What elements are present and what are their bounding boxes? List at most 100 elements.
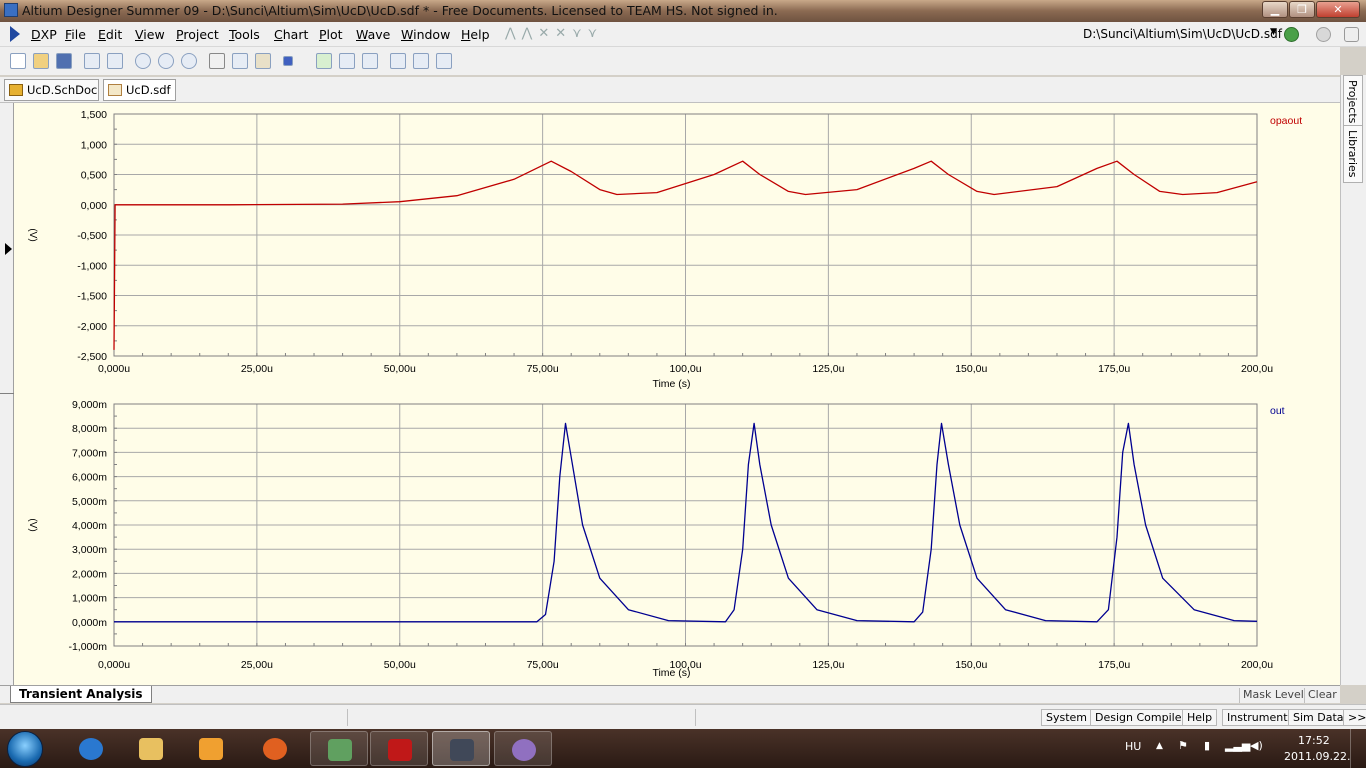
menu-project[interactable]: Project xyxy=(176,27,219,42)
save-icon[interactable] xyxy=(56,53,72,69)
menu-wave[interactable]: Wave xyxy=(356,27,390,42)
forward-icon[interactable] xyxy=(1316,27,1331,42)
y-tick-label: -1,500 xyxy=(77,291,107,303)
cut-icon[interactable] xyxy=(209,53,225,69)
altium-taskbar-button[interactable] xyxy=(432,731,490,766)
y-tick-label: 2,000m xyxy=(72,568,107,580)
panel-help[interactable]: Help xyxy=(1182,709,1218,726)
app-icon xyxy=(4,3,18,17)
maximize-button[interactable]: ❐ xyxy=(1289,1,1315,18)
menu-file[interactable]: File xyxy=(65,27,86,42)
battery-icon[interactable]: ▮ xyxy=(1204,739,1210,752)
volume-icon[interactable]: ◀) xyxy=(1250,739,1263,752)
x-tick-label: 125,0u xyxy=(812,363,844,375)
series-name-label: out xyxy=(1270,405,1285,417)
tab-ucd-sdf[interactable]: UcD.sdf * xyxy=(103,79,176,117)
remove-wave-icon[interactable] xyxy=(339,53,355,69)
x-tick-label: 125,0u xyxy=(812,659,844,671)
panel-sim-data[interactable]: Sim Data xyxy=(1288,709,1349,726)
media-player-taskbar-button[interactable] xyxy=(182,731,240,766)
tab-transient-analysis[interactable]: Transient Analysis xyxy=(10,686,152,703)
y-tick-label: 1,000m xyxy=(72,593,107,605)
paint-taskbar-button[interactable] xyxy=(494,731,552,766)
ie-icon xyxy=(79,738,103,760)
action-center-icon[interactable]: ⚑ xyxy=(1178,739,1188,752)
firefox-taskbar-button[interactable] xyxy=(246,731,304,766)
chart-area: 0,000u 25,00u 50,00u 75,00u 100,0u 125,0u 150,… xyxy=(14,103,1340,685)
language-indicator[interactable]: HU xyxy=(1125,740,1141,753)
menu-chart[interactable]: Chart xyxy=(274,27,308,42)
plot-1: 0,000u 25,00u 50,00u 75,00u 100,0u 125,0u 150,… xyxy=(27,399,1285,679)
menu-plot[interactable]: Plot xyxy=(319,27,343,42)
title-bar: Altium Designer Summer 09 - D:\Sunci\Alt… xyxy=(0,0,1366,22)
path-dropdown-icon[interactable]: ▼ xyxy=(1270,27,1277,37)
explorer-taskbar-button[interactable] xyxy=(122,731,180,766)
messenger-taskbar-button[interactable] xyxy=(310,731,368,766)
y-tick-label: -1,000 xyxy=(77,260,107,272)
print-preview-icon[interactable] xyxy=(107,53,123,69)
check-wave-icon[interactable] xyxy=(362,53,378,69)
close-button[interactable]: ✕ xyxy=(1316,1,1360,18)
home-icon[interactable] xyxy=(1344,27,1359,42)
wave-tools-icons[interactable]: ⋀⋀✕✕⋎⋎ xyxy=(505,26,603,41)
plot-divider xyxy=(0,393,14,394)
zoom-in-icon[interactable] xyxy=(135,53,151,69)
x-tick-label: 200,0u xyxy=(1241,659,1273,671)
clear-button[interactable]: Clear xyxy=(1304,688,1340,703)
open-icon[interactable] xyxy=(33,53,49,69)
clock-date[interactable]: 2011.09.22. xyxy=(1284,750,1350,763)
clock-time[interactable]: 17:52 xyxy=(1298,734,1330,747)
series-name-label: opaout xyxy=(1270,115,1302,127)
acrobat-taskbar-button[interactable] xyxy=(370,731,428,766)
chart-options-icon[interactable] xyxy=(413,53,429,69)
menu-window[interactable]: Window xyxy=(401,27,450,42)
document-options-icon[interactable] xyxy=(436,53,452,69)
document-path[interactable]: D:\Sunci\Altium\Sim\UcD\UcD.sdf xyxy=(1083,27,1282,41)
add-plot-icon[interactable] xyxy=(390,53,406,69)
tab-projects[interactable]: Projects xyxy=(1343,75,1363,129)
menu-tools[interactable]: Tools xyxy=(229,27,260,42)
folder-icon xyxy=(139,738,163,760)
minimize-button[interactable]: ▁ xyxy=(1262,1,1288,18)
more-panels-button[interactable]: >> xyxy=(1343,709,1366,726)
waveform-chart[interactable]: 0,000u 25,00u 50,00u 75,00u 100,0u 125,0u 150,… xyxy=(14,103,1340,685)
zoom-out-icon[interactable] xyxy=(158,53,174,69)
start-button-icon[interactable] xyxy=(7,731,43,767)
copy-icon[interactable] xyxy=(232,53,248,69)
network-icon[interactable]: ▂▃▅ xyxy=(1225,739,1250,752)
mask-level-button[interactable]: Mask Level xyxy=(1239,688,1307,703)
tab-libraries[interactable]: Libraries xyxy=(1343,125,1363,183)
show-desktop-button[interactable] xyxy=(1350,729,1366,768)
acrobat-icon xyxy=(388,739,412,761)
plot-selector-strip xyxy=(0,103,14,685)
print-icon[interactable] xyxy=(84,53,100,69)
stop-icon[interactable] xyxy=(283,56,293,66)
back-icon[interactable] xyxy=(1284,27,1299,42)
x-tick-label: 200,0u xyxy=(1241,363,1273,375)
paste-icon[interactable] xyxy=(255,53,271,69)
menu-dxp[interactable]: DXP xyxy=(31,27,57,42)
menu-edit[interactable]: Edit xyxy=(98,27,122,42)
ie-taskbar-button[interactable] xyxy=(62,731,120,766)
x-tick-label: 175,0u xyxy=(1098,363,1130,375)
analysis-tab-bar: Transient Analysis Mask Level Clear xyxy=(0,685,1340,703)
status-divider xyxy=(695,709,696,726)
y-axis-label: (V) xyxy=(27,518,38,531)
x-tick-label: 75,00u xyxy=(527,659,559,671)
x-tick-label: 75,00u xyxy=(527,363,559,375)
active-plot-marker-icon[interactable] xyxy=(5,243,12,255)
menu-help[interactable]: Help xyxy=(461,27,490,42)
panel-instruments[interactable]: Instruments xyxy=(1222,709,1299,726)
show-hidden-icons-icon[interactable]: ▲ xyxy=(1156,741,1163,751)
tab-ucd-schdoc[interactable]: UcD.SchDoc * xyxy=(4,79,99,117)
panel-system[interactable]: System xyxy=(1041,709,1093,726)
new-icon[interactable] xyxy=(10,53,26,69)
taskbar: HU ▲ ⚑ ▮ ▂▃▅ ◀) 17:52 2011.09.22. xyxy=(0,729,1366,768)
toolbar xyxy=(0,47,1340,75)
y-tick-label: 0,500 xyxy=(81,170,107,182)
menu-view[interactable]: View xyxy=(135,27,165,42)
zoom-fit-icon[interactable] xyxy=(181,53,197,69)
y-tick-label: 4,000m xyxy=(72,520,107,532)
add-wave-icon[interactable] xyxy=(316,53,332,69)
panel-design-compiler[interactable]: Design Compiler xyxy=(1090,709,1191,726)
